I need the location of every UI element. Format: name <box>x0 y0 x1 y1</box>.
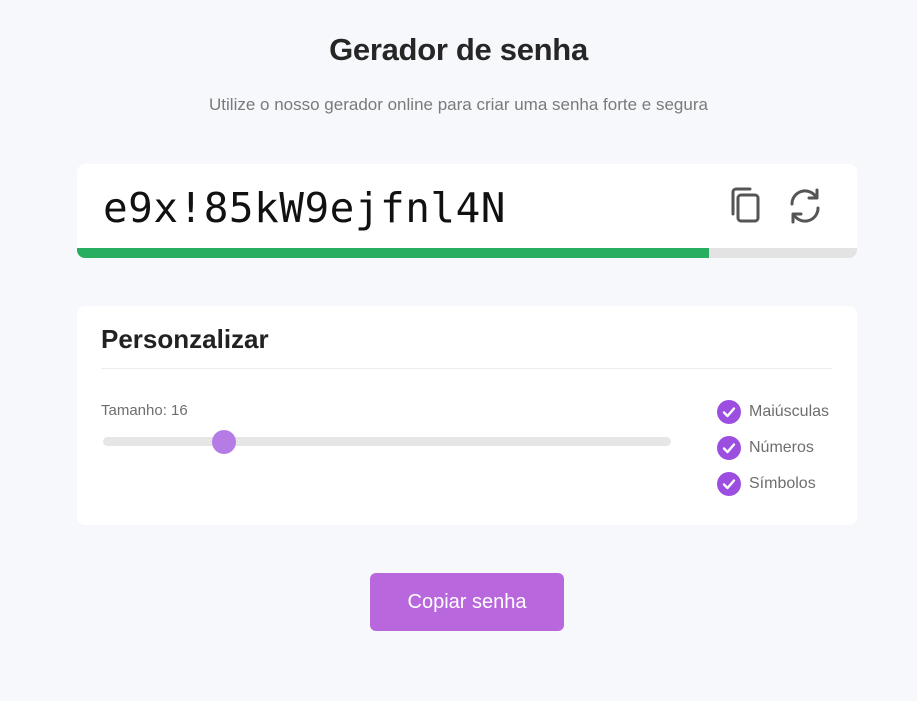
check-icon[interactable] <box>717 472 741 496</box>
option-numbers[interactable]: Números <box>717 436 814 460</box>
page-title: Gerador de senha <box>329 32 588 67</box>
option-label: Símbolos <box>749 475 816 492</box>
customize-card: Personzalizar Tamanho: 16 Maiúsculas Núm… <box>77 306 857 525</box>
copy-icon[interactable] <box>727 184 767 228</box>
strength-bar <box>77 248 857 258</box>
check-icon[interactable] <box>717 400 741 424</box>
option-label: Maiúsculas <box>749 403 830 420</box>
option-label: Números <box>749 439 814 456</box>
password-display[interactable]: e9x!85kW9ejfnl4N <box>103 184 506 232</box>
customize-title: Personzalizar <box>101 324 269 354</box>
copy-password-button[interactable]: Copiar senha <box>370 573 564 631</box>
length-slider-track[interactable] <box>103 437 671 446</box>
length-slider-thumb[interactable] <box>212 430 236 454</box>
check-icon[interactable] <box>717 436 741 460</box>
password-card: e9x!85kW9ejfnl4N <box>77 164 857 258</box>
page-subtitle: Utilize o nosso gerador online para cria… <box>209 95 708 114</box>
length-label: Tamanho: 16 <box>101 402 188 419</box>
option-symbols[interactable]: Símbolos <box>717 472 816 496</box>
refresh-icon[interactable] <box>785 184 825 228</box>
option-uppercase[interactable]: Maiúsculas <box>717 400 829 424</box>
strength-bar-fill <box>77 248 709 258</box>
divider <box>101 368 832 369</box>
